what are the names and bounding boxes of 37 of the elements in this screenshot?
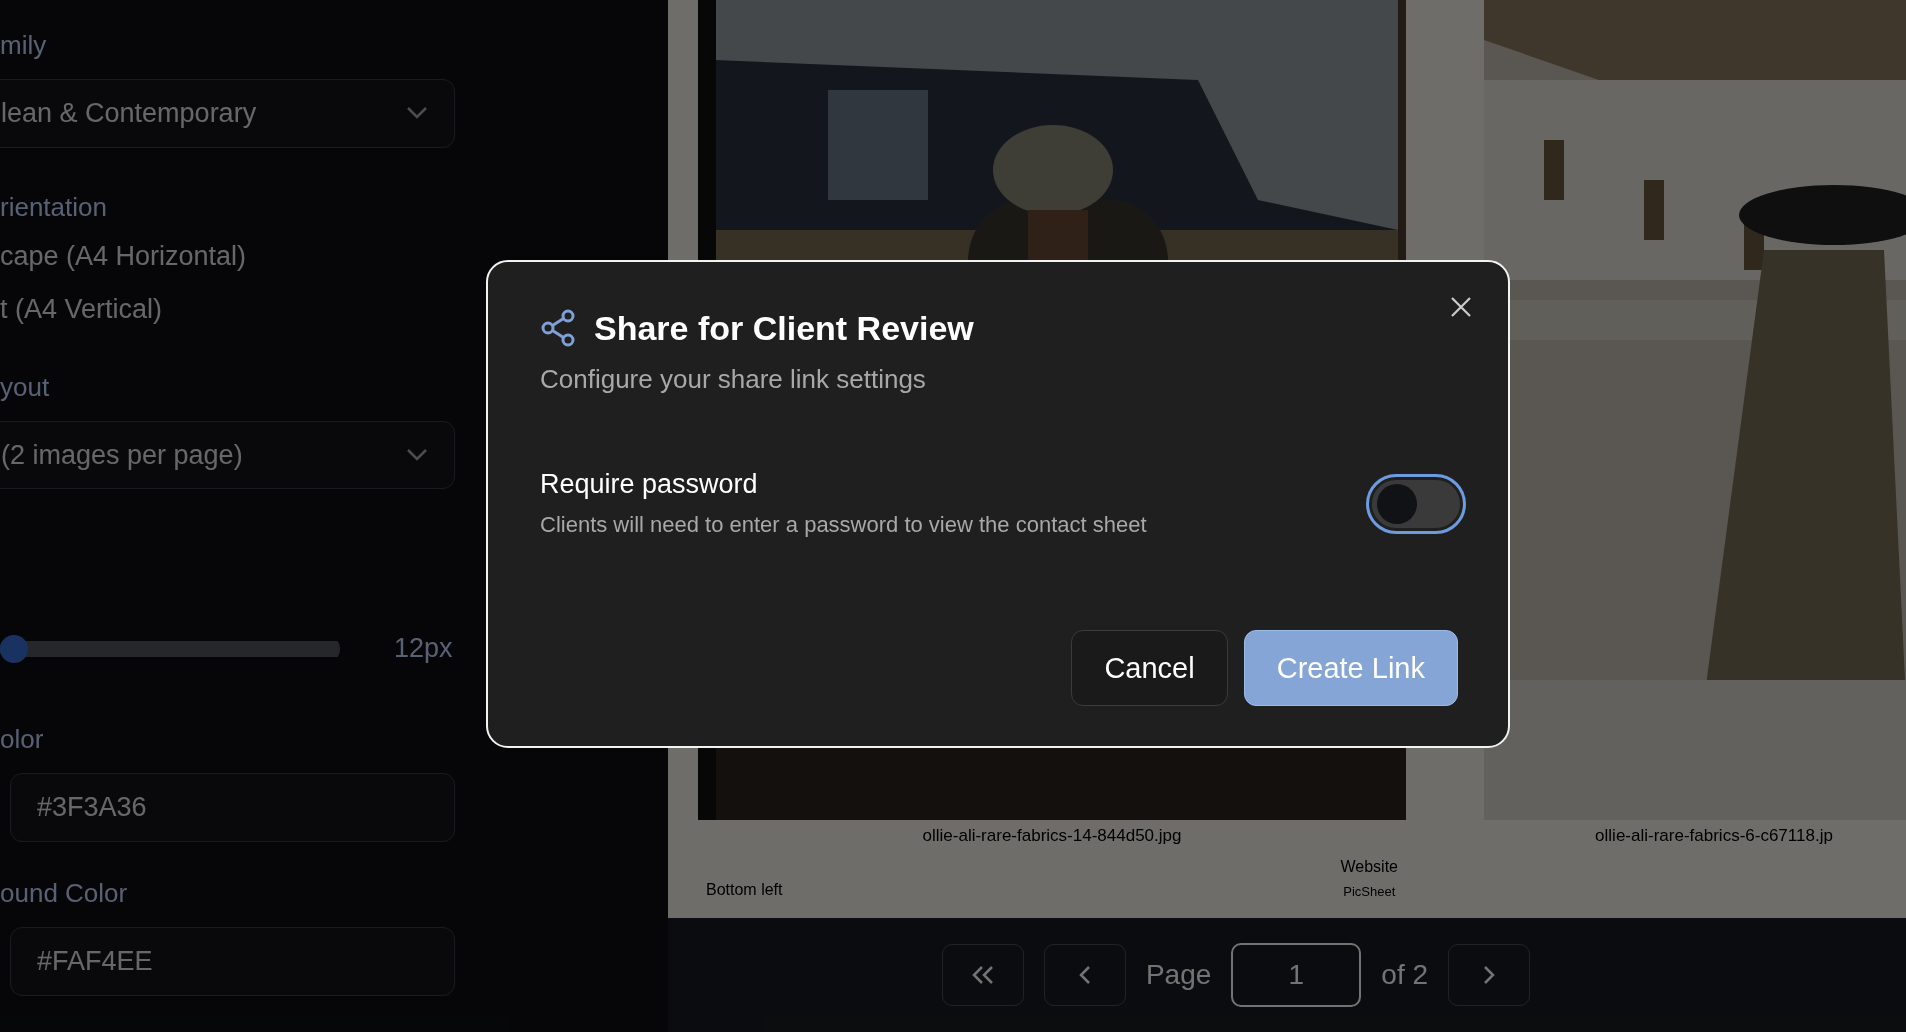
setting-description: Clients will need to enter a password to view the contact sheet [540, 512, 1147, 538]
field-label: rientation [0, 191, 108, 223]
close-icon [1450, 296, 1472, 318]
page-label: Page [1145, 959, 1212, 991]
field-label: olor [0, 724, 45, 756]
field-label: mily [0, 30, 48, 61]
footer-text: Bottom left [706, 881, 783, 899]
brand-text: PicSheet [1343, 884, 1396, 899]
chevron-right-icon [1482, 965, 1497, 985]
previous-page-button[interactable] [1043, 944, 1126, 1006]
font-family-select[interactable]: lean & Contemporary [0, 79, 455, 148]
page-total: of 2 [1381, 959, 1429, 991]
orientation-option[interactable]: cape (A4 Horizontal) [0, 240, 455, 272]
chevron-down-icon [406, 448, 428, 462]
create-link-button[interactable]: Create Link [1243, 630, 1458, 706]
field-label: ound Color [0, 878, 129, 910]
first-page-button[interactable] [941, 944, 1024, 1006]
color-field[interactable]: #3F3A36 [10, 773, 455, 843]
orientation-option[interactable]: t (A4 Vertical) [0, 293, 455, 325]
page-number-field[interactable]: 1 [1231, 943, 1362, 1007]
footer-text: Website [1340, 858, 1398, 876]
layout-select[interactable]: (2 images per page) [0, 420, 455, 490]
close-button[interactable] [1450, 296, 1472, 318]
setting-label: Require password [540, 469, 759, 500]
dialog-subtitle: Configure your share link settings [540, 364, 927, 395]
double-chevron-left-icon [970, 965, 995, 985]
photo-caption: ollie-ali-rare-fabrics-6-c67118.jp [1595, 826, 1833, 846]
field-label: yout [0, 371, 51, 403]
chevron-left-icon [1077, 965, 1092, 985]
next-page-button[interactable] [1448, 944, 1531, 1006]
color-field[interactable]: #FAF4EE [10, 927, 455, 996]
chevron-down-icon [406, 106, 428, 121]
photo-caption: ollie-ali-rare-fabrics-14-844d50.jpg [922, 826, 1182, 846]
slider-thumb[interactable] [0, 634, 28, 663]
slider-value: 12px [394, 633, 453, 665]
dialog-title: Share for Client Review [594, 308, 974, 348]
cancel-button[interactable]: Cancel [1071, 630, 1228, 706]
